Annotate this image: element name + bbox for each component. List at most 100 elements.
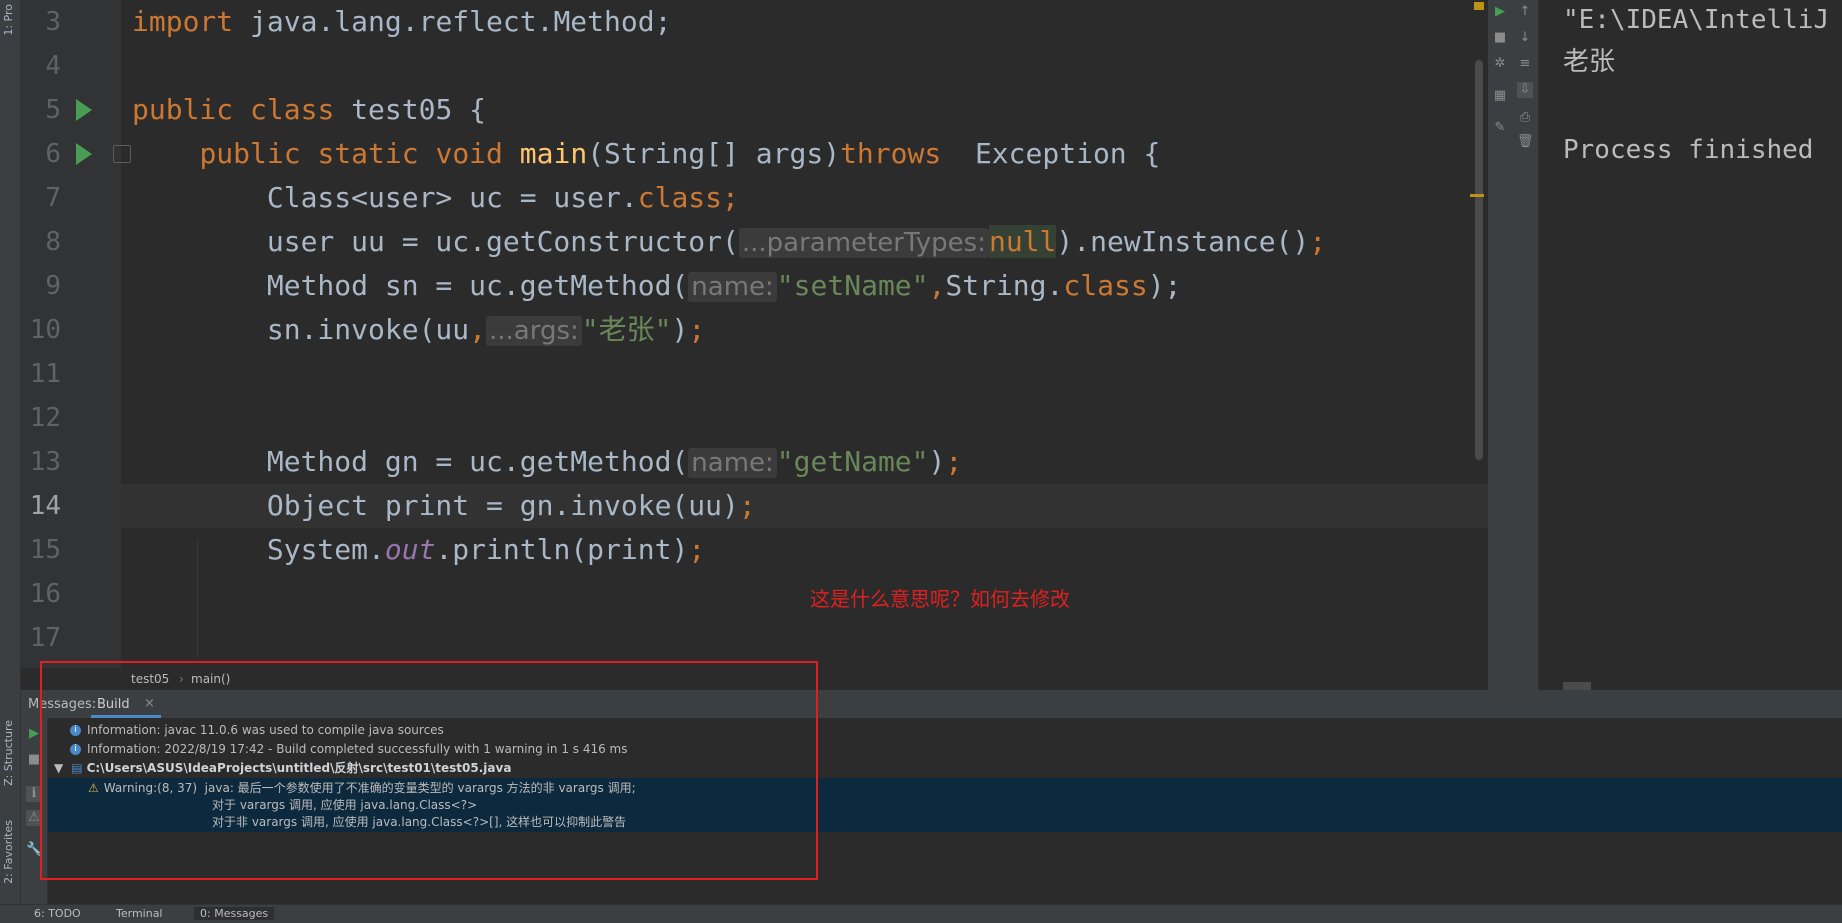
code-text: Class<user> uc = user. (132, 181, 638, 214)
fold-icon[interactable] (113, 145, 131, 163)
code-text: ) (671, 313, 689, 346)
semicolon: ; (688, 313, 706, 346)
string-literal: "老张" (581, 313, 672, 346)
semicolon: ; (688, 533, 706, 566)
semicolon: ; (1309, 225, 1327, 258)
code-text: Method gn = uc.getMethod( (132, 445, 689, 478)
console-output-line: 老张 (1563, 47, 1616, 77)
parameter-hint: name: (688, 272, 777, 302)
code-text: Exception { (941, 137, 1161, 170)
code-text: ); (1147, 269, 1182, 302)
line-number: 3 (45, 7, 61, 37)
down-arrow-icon[interactable]: ↓ (1517, 30, 1533, 46)
code-line: Class<user> uc = user.class; (132, 176, 739, 220)
code-text: Object print = gn.invoke(uu) (132, 489, 739, 522)
line-number: 7 (45, 183, 61, 213)
warning-stripe[interactable] (1470, 194, 1484, 197)
structure-tool-tab[interactable]: Z: Structure (2, 720, 15, 786)
code-text: ) (928, 445, 946, 478)
code-line: public static void main(String[] args)th… (132, 132, 1160, 176)
keyword: static (317, 137, 419, 170)
string-literal: "setName" (776, 269, 929, 302)
code-text: sn.invoke(uu (132, 313, 470, 346)
code-line: import java.lang.reflect.Method; (132, 0, 671, 44)
line-number: 8 (45, 227, 61, 257)
pin-icon[interactable]: ✎ (1492, 120, 1508, 136)
scroll-to-end-icon[interactable]: ⇩ (1517, 82, 1533, 98)
red-highlight-box (40, 661, 818, 880)
console-scrollbar[interactable] (1563, 682, 1591, 690)
parameter-hint: ...parameterTypes: (738, 228, 989, 258)
parameter-hint: name: (688, 448, 777, 478)
trash-icon[interactable]: 🗑 (1517, 134, 1534, 150)
line-number: 17 (29, 623, 61, 653)
code-text: (String[] args) (587, 137, 841, 170)
line-number: 15 (29, 535, 61, 565)
print-icon[interactable]: ⎙ (1517, 110, 1533, 126)
code-text: System. (132, 533, 385, 566)
code-text: user uu = uc.getConstructor( (132, 225, 739, 258)
comma: , (928, 269, 946, 302)
comma: , (469, 313, 487, 346)
line-number: 9 (45, 271, 61, 301)
line-number-current: 14 (29, 491, 61, 521)
code-line: Method gn = uc.getMethod(name: "getName")… (132, 440, 962, 485)
code-line: public class test05 { (132, 88, 486, 132)
code-line: user uu = uc.getConstructor(...parameter… (132, 220, 1326, 265)
semicolon: ; (945, 445, 963, 478)
line-number: 4 (45, 51, 61, 81)
line-number: 16 (29, 579, 61, 609)
line-number: 10 (29, 315, 61, 345)
keyword: class (637, 181, 723, 214)
project-tool-tab[interactable]: 1: Pro (2, 4, 15, 36)
question-annotation: 这是什么意思呢？如何去修改 (810, 587, 1070, 611)
keyword: class (1063, 269, 1148, 302)
code-text: .println(print) (435, 533, 689, 566)
static-field: out (384, 533, 436, 566)
keyword: class (250, 93, 335, 126)
layout-icon[interactable]: ▦ (1492, 88, 1508, 104)
console-output-line: Process finished (1563, 135, 1830, 165)
todo-tab[interactable]: 6: TODO (34, 907, 81, 920)
left-tool-strip: 1: Pro Z: Structure 2: Favorites (0, 0, 21, 904)
code-line: System.out.println(print); (132, 528, 705, 572)
stop-icon[interactable]: ■ (1492, 30, 1508, 46)
semicolon: ; (738, 489, 756, 522)
editor-scrollbar[interactable] (1475, 60, 1483, 460)
line-number: 13 (29, 447, 61, 477)
run-class-icon[interactable] (76, 99, 92, 121)
messages-tab[interactable]: 0: Messages (194, 907, 275, 920)
line-number: 12 (29, 403, 61, 433)
console-output-line: "E:\IDEA\IntelliJ (1563, 5, 1830, 35)
terminal-tab[interactable]: Terminal (116, 907, 163, 920)
code-line: sn.invoke(uu, ...args: "老张"); (132, 308, 705, 353)
keyword: import (132, 5, 234, 38)
keyword: throws (840, 137, 942, 170)
code-line-current: Object print = gn.invoke(uu); (132, 484, 756, 528)
bottom-tool-tabs: 6: TODO Terminal 0: Messages (0, 904, 1842, 923)
line-number: 11 (29, 359, 61, 389)
method-name: main (519, 137, 588, 170)
code-text: String. (945, 269, 1064, 302)
debug-icon[interactable]: ✲ (1492, 56, 1508, 72)
line-number: 5 (45, 95, 61, 125)
code-line: Method sn = uc.getMethod(name: "setName",… (132, 264, 1181, 309)
line-number: 6 (45, 139, 61, 169)
semicolon: ; (722, 181, 739, 214)
keyword: public (132, 93, 234, 126)
run-main-icon[interactable] (76, 143, 92, 165)
soft-wrap-icon[interactable]: ≡ (1517, 56, 1533, 72)
warning-marker[interactable] (1474, 2, 1484, 10)
run-console-toolbar: ↑ ↓ ≡ ⇩ ⎙ 🗑 (1512, 0, 1539, 690)
up-arrow-icon[interactable]: ↑ (1517, 4, 1533, 20)
code-text: test05 { (334, 93, 487, 126)
run-console[interactable]: "E:\IDEA\IntelliJ 老张 Process finished (1539, 0, 1842, 690)
code-text: ).newInstance() (1056, 225, 1310, 258)
rerun-icon[interactable]: ▶ (1492, 4, 1508, 20)
keyword-null: null (988, 225, 1057, 258)
string-literal: "getName" (776, 445, 929, 478)
keyword: void (435, 137, 503, 170)
run-toolbar: ▶ ■ ✲ ▦ ✎ (1488, 0, 1512, 690)
favorites-tool-tab[interactable]: 2: Favorites (2, 820, 15, 884)
